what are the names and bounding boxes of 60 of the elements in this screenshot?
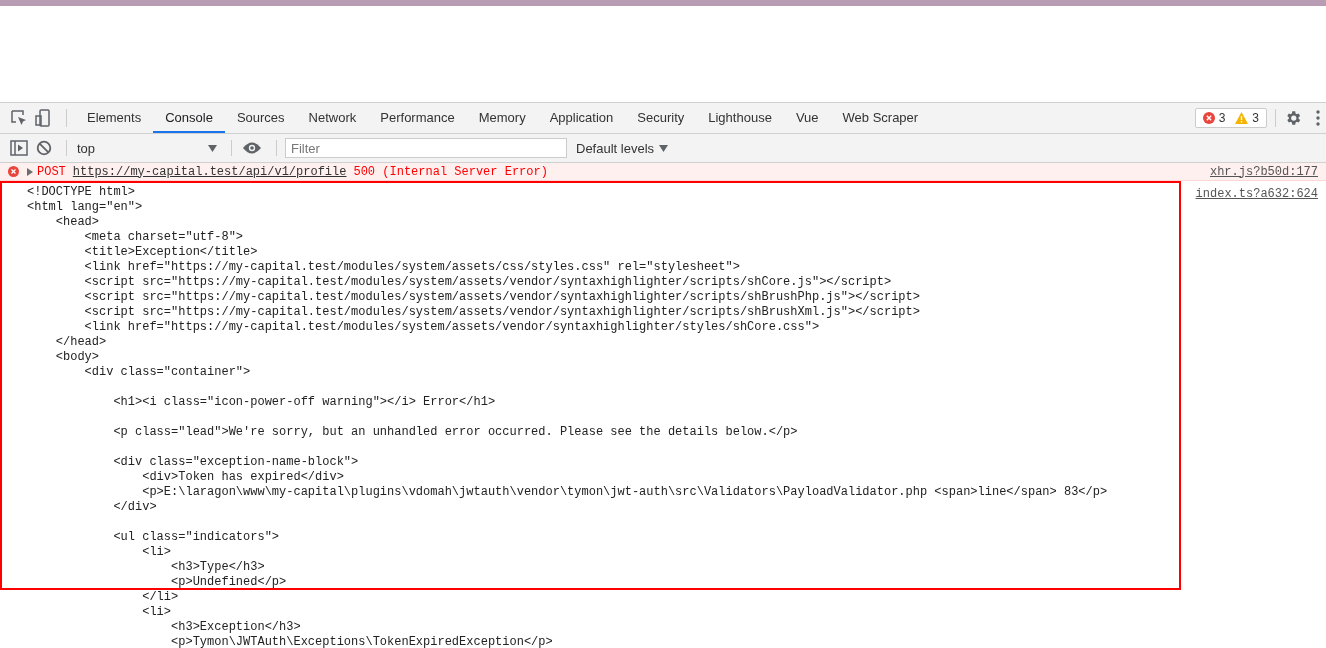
clear-icon[interactable]	[36, 140, 52, 156]
code-line: <body>	[54, 350, 100, 365]
more-icon[interactable]	[1316, 110, 1320, 126]
code-line: <h1><i class="icon-power-off warning"></i> Error</h1>	[112, 395, 497, 410]
code-line: </head>	[54, 335, 108, 350]
code-line: <p>Tymon\JWTAuth\Exceptions\TokenExpiredException</p>	[170, 635, 554, 648]
code-line: <li>	[141, 605, 173, 620]
error-icon	[8, 166, 19, 177]
code-line: <h3>Type</h3>	[170, 560, 266, 575]
source-link[interactable]: xhr.js?b50d:177	[1209, 164, 1318, 179]
code-line: <div>Token has expired</div>	[141, 470, 345, 485]
code-line: <script src="https://my-capital.test/modules/system/assets/vendor/syntaxhighlighter/scripts/shBrushPhp.js"></script>	[83, 290, 921, 305]
panel-tab[interactable]: Elements	[75, 103, 154, 133]
code-line: </div>	[112, 500, 158, 515]
code-line: <meta charset="utf-8">	[83, 230, 245, 245]
error-count: 3	[1218, 111, 1226, 125]
panel-tab[interactable]: Web Scraper	[830, 103, 931, 133]
code-line: <link href="https://my-capital.test/modules/system/assets/vendor/syntaxhighlighter/styles/shCore.css">	[83, 320, 821, 335]
filter-field[interactable]: Filter	[285, 138, 567, 158]
panel-tab[interactable]: Memory	[466, 103, 538, 133]
code-line: <script src="https://my-capital.test/modules/system/assets/vendor/syntaxhighlighter/scripts/shBrushXml.js"></script>	[83, 305, 921, 320]
panel-tab[interactable]: Vue	[783, 103, 831, 133]
code-line: <p>E:\laragon\www\my-capital\plugins\vdomah\jwtauth\vendor\tymon\jwt-auth\src\Validators\PayloadValidator.php <span>line</span> 83</p>	[141, 485, 1109, 500]
panel-tab[interactable]: Performance	[368, 103, 467, 133]
code-line: <title>Exception</title>	[83, 245, 259, 260]
code-line: <head>	[54, 215, 100, 230]
code-line: <div class="exception-name-block">	[112, 455, 360, 470]
code-line: <ul class="indicators">	[112, 530, 281, 545]
panel-tab[interactable]: Sources	[224, 103, 297, 133]
code-line: <li>	[141, 545, 173, 560]
code-line: <p>Undefined</p>	[170, 575, 288, 590]
expand-arrow-icon[interactable]	[27, 167, 33, 176]
code-line: <p class="lead">We're sorry, but an unhandled error occurred. Please see the details below.</p>	[112, 425, 799, 440]
code-line: <html lang="en">	[27, 200, 144, 215]
code-line: <h3>Exception</h3>	[170, 620, 302, 635]
panel-tab[interactable]: Network	[296, 103, 369, 133]
issue-counter[interactable]: 3 3	[1194, 108, 1267, 128]
eye-icon[interactable]	[242, 141, 262, 155]
panel-tab[interactable]: Application	[537, 103, 626, 133]
sidebar-toggle-icon[interactable]	[10, 140, 28, 156]
code-line: </li>	[141, 590, 180, 605]
source-link[interactable]: index.ts?a632:624	[1195, 187, 1318, 201]
code-line: <!DOCTYPE html>	[27, 185, 137, 200]
panel-tab[interactable]: Security	[625, 103, 697, 133]
request-method: POST	[37, 164, 66, 179]
error-status: 500 (Internal Server Error)	[353, 164, 548, 179]
caret-icon	[659, 144, 669, 152]
warning-icon	[1235, 112, 1249, 124]
warning-count: 3	[1252, 111, 1259, 125]
levels-dropdown[interactable]: Default levels	[576, 140, 669, 156]
panel-tab[interactable]: Lighthouse	[696, 103, 784, 133]
code-line: <link href="https://my-capital.test/modules/system/assets/css/styles.css" rel="stylesheet">	[83, 260, 741, 275]
caret-icon	[208, 144, 217, 152]
error-icon	[1202, 112, 1215, 124]
device-icon[interactable]	[34, 109, 52, 127]
code-line: <div class="container">	[83, 365, 252, 380]
inspect-icon[interactable]	[10, 109, 28, 127]
request-url-link[interactable]: https://my-capital.test/api/v1/profile	[72, 164, 347, 179]
code-line: <script src="https://my-capital.test/modules/system/assets/vendor/syntaxhighlighter/scripts/shCore.js"></script>	[83, 275, 893, 290]
context-dropdown[interactable]: top	[75, 140, 223, 156]
